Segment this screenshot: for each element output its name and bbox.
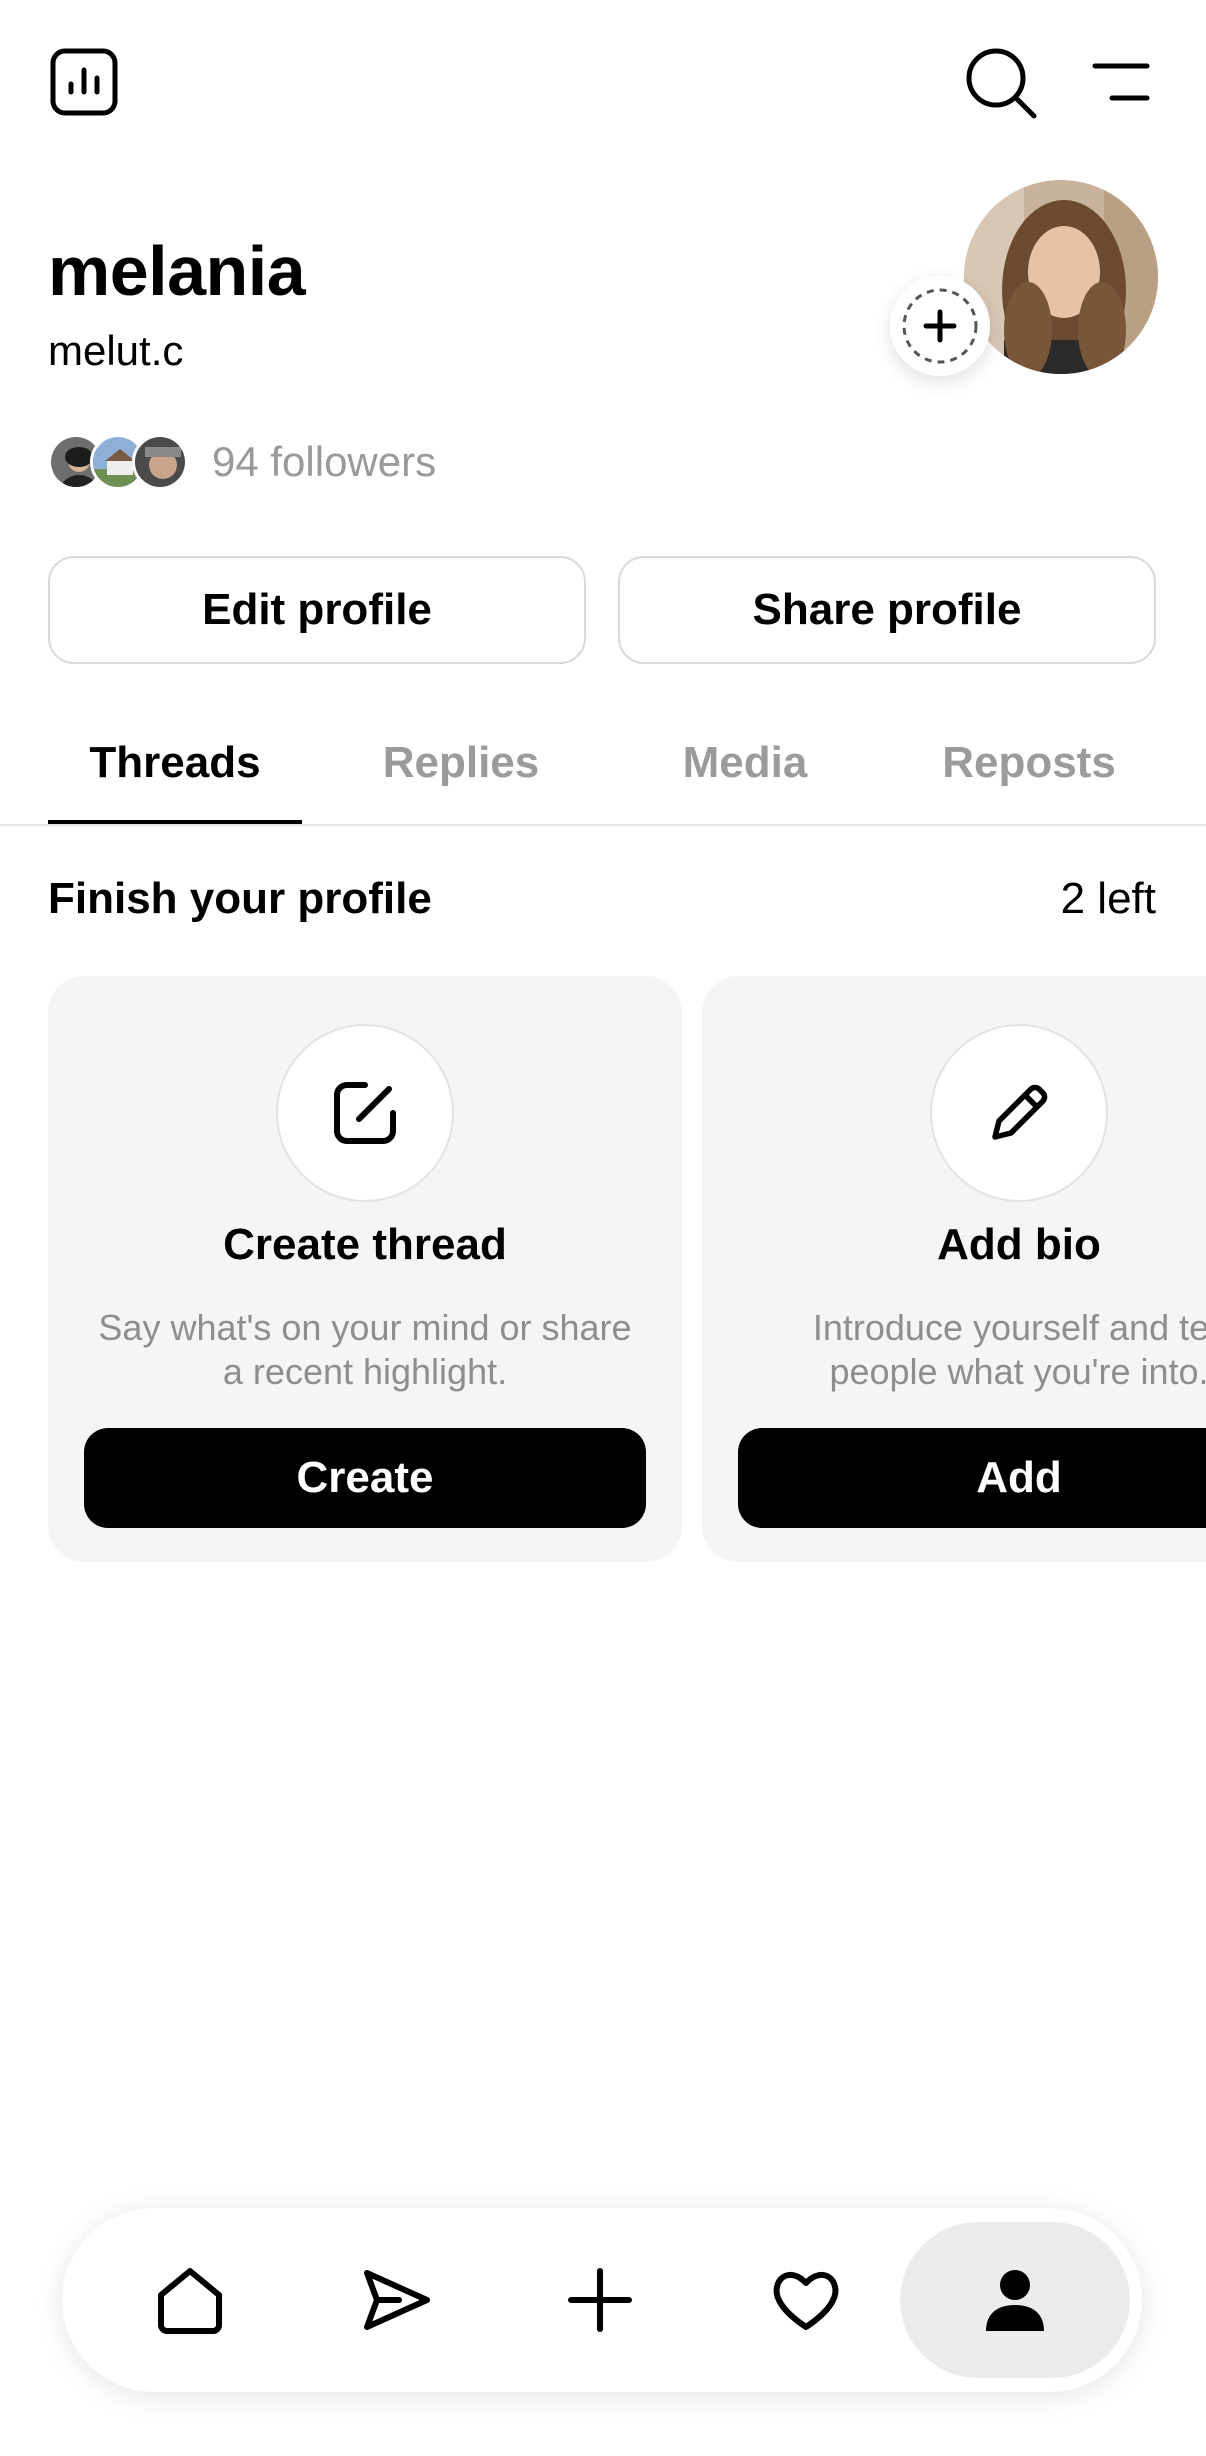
profile-display-name: melania <box>48 232 306 310</box>
follower-avatar <box>132 434 188 490</box>
pencil-icon <box>992 1084 1048 1140</box>
nav-activity[interactable] <box>728 2222 884 2378</box>
card-icon-container <box>930 1024 1108 1202</box>
home-icon <box>158 2268 222 2334</box>
create-thread-card: Create thread Say what's on your mind or… <box>48 976 682 1562</box>
card-title: Add bio <box>937 1220 1101 1269</box>
tab-reposts[interactable]: Reposts <box>902 700 1156 826</box>
create-button[interactable]: Create <box>84 1428 646 1528</box>
nav-new-thread[interactable] <box>522 2222 678 2378</box>
add-story-icon <box>902 288 978 364</box>
tab-threads[interactable]: Threads <box>48 700 302 826</box>
card-title: Create thread <box>223 1220 507 1269</box>
tab-media[interactable]: Media <box>618 700 872 826</box>
followers-count: 94 followers <box>212 438 437 485</box>
active-tab-indicator <box>48 820 302 824</box>
profile-icon <box>986 2270 1044 2331</box>
profile-tabs: Threads Replies Media Reposts <box>0 700 1206 826</box>
menu-icon[interactable] <box>1092 62 1150 104</box>
add-story-button[interactable] <box>890 276 990 376</box>
nav-profile[interactable] <box>900 2222 1130 2378</box>
insights-chart-icon[interactable] <box>50 48 118 116</box>
card-description: Say what's on your mind or share a recen… <box>98 1307 632 1392</box>
search-icon[interactable] <box>964 46 1038 120</box>
card-description: Introduce yourself and tell people what … <box>812 1307 1206 1392</box>
edit-square-icon <box>334 1082 396 1144</box>
nav-home[interactable] <box>112 2222 268 2378</box>
heart-icon <box>773 2271 839 2330</box>
finish-profile-title: Finish your profile <box>48 874 432 923</box>
card-icon-container <box>276 1024 454 1202</box>
nav-send[interactable] <box>318 2222 474 2378</box>
plus-icon <box>568 2268 632 2332</box>
add-bio-card: Add bio Introduce yourself and tell peop… <box>702 976 1206 1562</box>
finish-profile-remaining: 2 left <box>1060 874 1156 923</box>
edit-profile-button[interactable]: Edit profile <box>48 556 586 664</box>
followers-row[interactable]: 94 followers <box>48 432 436 492</box>
avatar[interactable] <box>964 180 1158 374</box>
profile-username: melut.c <box>48 327 184 374</box>
send-icon <box>364 2270 430 2330</box>
tab-replies[interactable]: Replies <box>334 700 588 826</box>
bottom-navigation <box>62 2208 1142 2392</box>
share-profile-button[interactable]: Share profile <box>618 556 1156 664</box>
add-bio-button[interactable]: Add <box>738 1428 1206 1528</box>
